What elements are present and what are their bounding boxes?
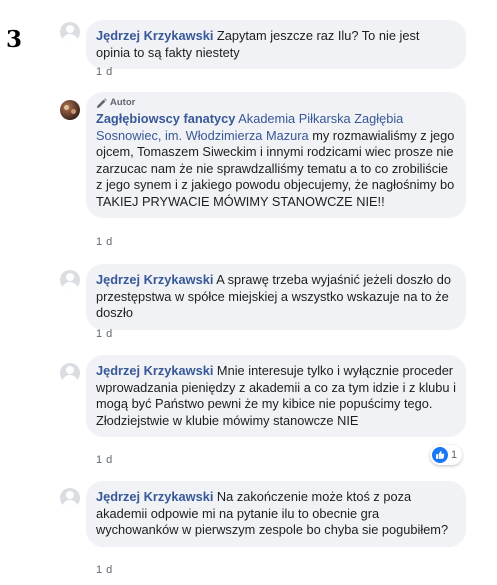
like-icon [432,447,448,463]
comment-author[interactable]: Jędrzej Krzykawski [96,272,213,287]
comment-bubble: Jędrzej Krzykawski A sprawę trzeba wyjaś… [86,264,466,330]
avatar[interactable] [60,270,80,290]
comment-timestamp[interactable]: 1 d [96,454,113,466]
comment-author[interactable]: Zagłębiowscy fanatycy [96,111,235,126]
avatar[interactable] [60,363,80,383]
author-badge-label: Autor [110,97,136,108]
page-avatar[interactable] [60,100,80,120]
author-badge: Autor [96,97,456,109]
avatar[interactable] [60,488,80,508]
comment-timestamp[interactable]: 1 d [96,328,113,340]
page-number: 3 [6,26,23,53]
comment-timestamp[interactable]: 1 d [96,236,113,248]
comment-author[interactable]: Jędrzej Krzykawski [96,489,213,504]
comment-author[interactable]: Jędrzej Krzykawski [96,28,213,43]
reaction-count-value: 1 [451,449,458,461]
reaction-count[interactable]: 1 [430,445,463,465]
comment-author[interactable]: Jędrzej Krzykawski [96,363,213,378]
comment-bubble: Jędrzej Krzykawski Na zakończenie może k… [86,481,466,547]
comment-bubble: Jędrzej Krzykawski Zapytam jeszcze raz I… [86,20,466,69]
avatar[interactable] [60,22,80,42]
pencil-icon [96,97,107,108]
comment-bubble: Autor Zagłębiowscy fanatycy Akademia Pił… [86,92,466,218]
comment-bubble: Jędrzej Krzykawski Mnie interesuje tylko… [86,355,466,437]
comment-timestamp[interactable]: 1 d [96,66,113,78]
comment-timestamp[interactable]: 1 d [96,564,113,576]
